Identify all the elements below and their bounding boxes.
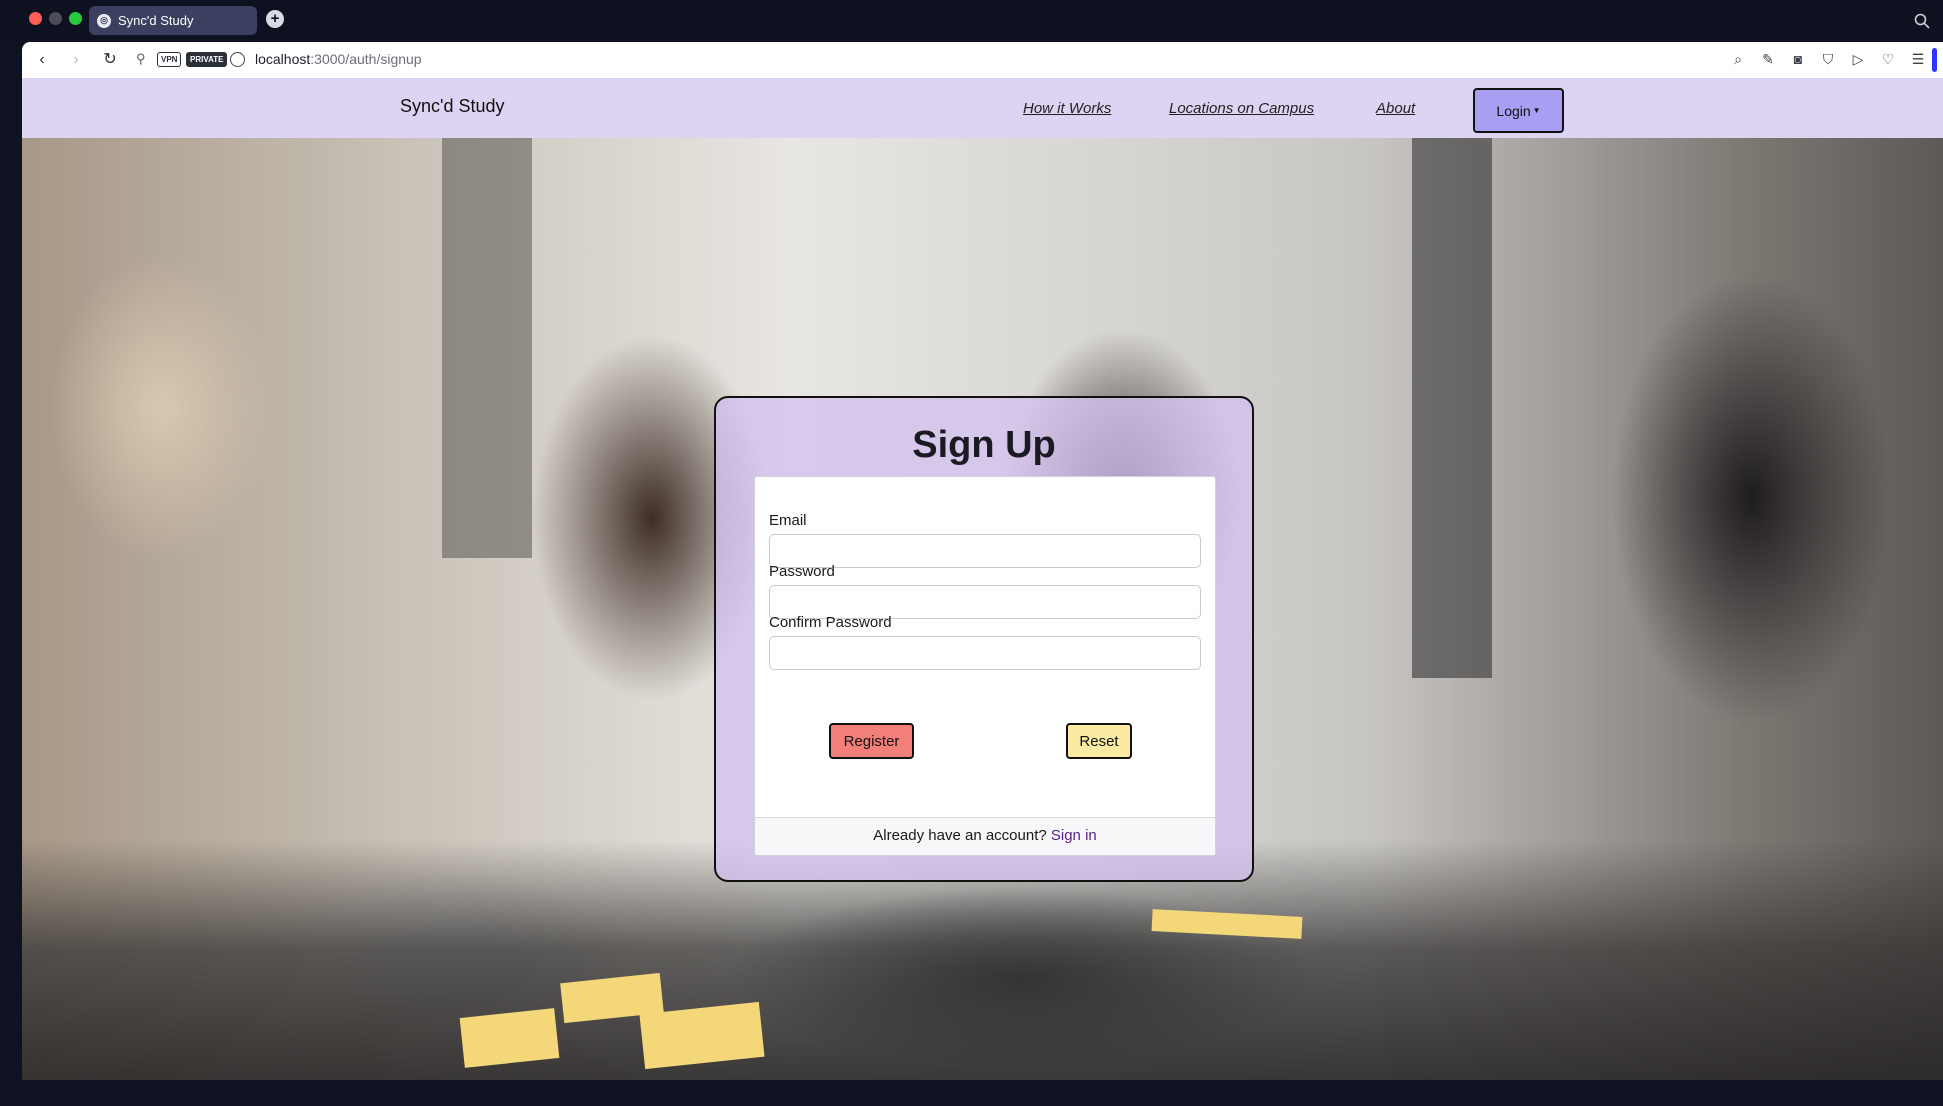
- maximize-window-button[interactable]: [69, 12, 82, 25]
- url-path: :3000/auth/signup: [310, 51, 422, 67]
- globe-icon: [230, 52, 245, 67]
- confirm-password-label: Confirm Password: [769, 614, 892, 631]
- back-button[interactable]: ‹: [32, 50, 52, 70]
- sidebar-toggle[interactable]: [1927, 42, 1943, 78]
- caret-down-icon: ▼: [1532, 106, 1541, 115]
- edit-icon[interactable]: ✎: [1759, 50, 1777, 68]
- reset-button[interactable]: Reset: [1066, 723, 1132, 759]
- background-pillar: [1412, 138, 1492, 678]
- globe-icon: ◎: [97, 13, 111, 28]
- minimize-window-button[interactable]: [49, 12, 62, 25]
- new-tab-button[interactable]: +: [266, 10, 284, 28]
- page-viewport: Sync'd Study How it Works Locations on C…: [22, 78, 1943, 1080]
- form-footer: Already have an account? Sign in: [755, 817, 1215, 855]
- key-icon[interactable]: ⚲: [136, 51, 152, 67]
- nav-link-about[interactable]: About: [1376, 100, 1415, 117]
- close-window-button[interactable]: [29, 12, 42, 25]
- password-label: Password: [769, 563, 835, 580]
- tab-title: Sync'd Study: [118, 13, 194, 28]
- search-icon[interactable]: ⌕: [1729, 50, 1747, 68]
- signup-card: Sign Up Email Password Confirm Password …: [714, 396, 1254, 882]
- url-host: localhost: [255, 51, 311, 67]
- footer-text: Already have an account?: [873, 827, 1047, 844]
- shield-icon[interactable]: ⛉: [1819, 50, 1837, 68]
- nav-link-how-it-works[interactable]: How it Works: [1023, 100, 1111, 117]
- vpn-badge[interactable]: VPN: [157, 52, 182, 67]
- site-navbar: Sync'd Study How it Works Locations on C…: [22, 78, 1943, 138]
- signup-form: Email Password Confirm Password Register…: [754, 476, 1216, 856]
- browser-tab[interactable]: ◎ Sync'd Study: [89, 6, 257, 35]
- nav-link-locations-on-campus[interactable]: Locations on Campus: [1169, 100, 1314, 117]
- url-field[interactable]: localhost:3000/auth/signup: [255, 51, 422, 67]
- camera-icon[interactable]: ◙: [1789, 50, 1807, 68]
- search-icon[interactable]: [1913, 12, 1931, 30]
- private-badge: PRIVATE: [186, 52, 228, 67]
- forward-button[interactable]: ›: [66, 50, 86, 70]
- heart-icon[interactable]: ♡: [1879, 50, 1897, 68]
- register-button[interactable]: Register: [829, 723, 914, 759]
- browser-titlebar: ◎ Sync'd Study +: [0, 0, 1943, 42]
- reload-button[interactable]: ↻: [100, 50, 120, 70]
- toolbar-icons: ⌕ ✎ ◙ ⛉ ▷ ♡ ☰: [1729, 50, 1927, 68]
- menu-icon[interactable]: ☰: [1909, 50, 1927, 68]
- address-bar: ‹ › ↻ ⚲ VPN PRIVATE localhost:3000/auth/…: [22, 42, 1943, 78]
- login-label: Login: [1496, 102, 1531, 119]
- background-pillar: [442, 138, 532, 558]
- page-title: Sign Up: [912, 424, 1056, 466]
- email-label: Email: [769, 512, 807, 529]
- site-brand[interactable]: Sync'd Study: [400, 96, 505, 117]
- confirm-password-field[interactable]: [769, 636, 1201, 670]
- send-icon[interactable]: ▷: [1849, 50, 1867, 68]
- sign-in-link[interactable]: Sign in: [1051, 827, 1097, 844]
- sticky-note-image: [459, 1008, 560, 1068]
- login-dropdown-button[interactable]: Login ▼: [1473, 88, 1564, 133]
